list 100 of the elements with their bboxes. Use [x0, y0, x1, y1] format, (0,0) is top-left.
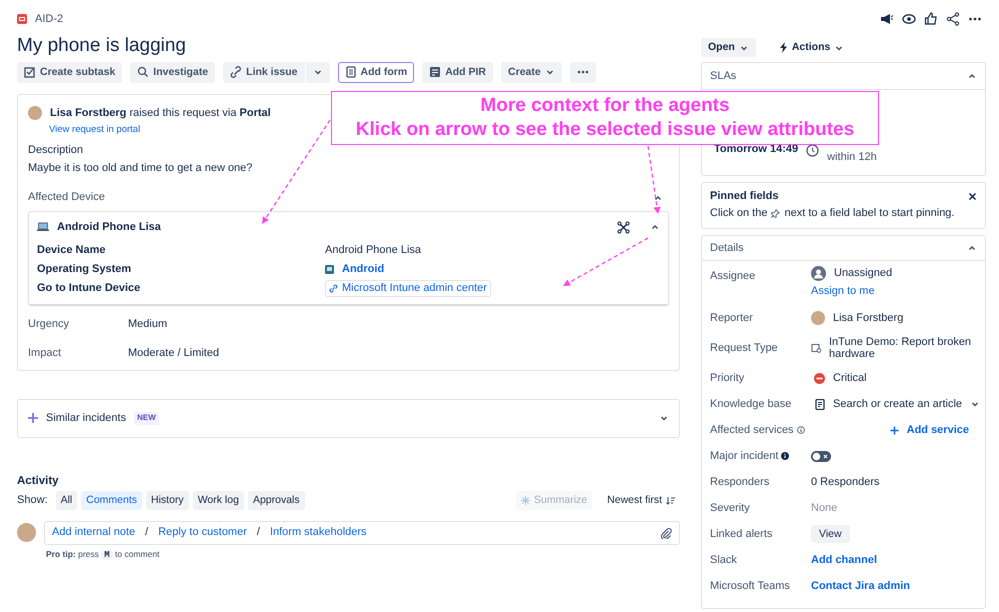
filter-tab[interactable]: History: [146, 491, 189, 510]
megaphone-icon[interactable]: [880, 12, 894, 26]
attribute-value: Android Phone Lisa: [325, 242, 422, 258]
field-label: Assignee: [710, 269, 756, 284]
toolbar-button[interactable]: Link issue: [223, 62, 305, 83]
separator: /: [145, 525, 148, 540]
field-label: Knowledge base: [710, 396, 792, 412]
field-value: Moderate / Limited: [128, 346, 220, 361]
field-value: Critical: [833, 370, 867, 386]
lightning-icon: [778, 42, 788, 53]
description-label: Description: [28, 142, 84, 158]
device-name: Android Phone Lisa: [57, 220, 162, 235]
field-value: None: [811, 500, 838, 516]
document-icon: [429, 66, 442, 78]
thumbs-up-icon[interactable]: [924, 12, 938, 26]
request-source-text: Lisa Forstberg raised this request via Portal: [50, 106, 271, 121]
toolbar-button[interactable]: Investigate: [130, 62, 216, 83]
filter-tab[interactable]: Comments: [81, 491, 142, 510]
chevron-up-icon[interactable]: [967, 243, 977, 253]
field-label: Request Type: [710, 340, 778, 356]
field-label: Reporter: [710, 310, 753, 326]
field-label: Affected Device: [28, 190, 105, 206]
sla-time: Tomorrow 14:49: [714, 142, 798, 157]
annotation-arrow: [647, 146, 660, 214]
field-label: Major incident: [710, 448, 778, 464]
sla-goal: within 12h: [827, 150, 877, 165]
filter-tab[interactable]: Work log: [192, 491, 244, 510]
field-link[interactable]: Add channel: [811, 552, 878, 568]
issue-key[interactable]: AID-2: [35, 12, 64, 27]
field-label: Responders: [710, 474, 770, 490]
assign-link[interactable]: Assign to me: [811, 284, 875, 299]
sort-button[interactable]: Newest first: [602, 491, 680, 510]
hint-text: Click on the: [710, 206, 768, 221]
toggle-switch[interactable]: [811, 450, 831, 462]
share-icon[interactable]: [946, 12, 960, 26]
admin-center-link[interactable]: Microsoft Intune admin center: [325, 280, 491, 297]
field-value: 0 Responders: [811, 474, 880, 490]
info-icon: [796, 426, 805, 434]
more-button[interactable]: [570, 62, 596, 83]
android-icon: [325, 264, 334, 274]
panel-title: Pinned fields: [710, 189, 778, 204]
panel-title: SLAs: [710, 68, 736, 84]
avatar: [28, 106, 42, 120]
critical-priority-icon: [814, 372, 825, 384]
section-title: Similar incidents: [46, 410, 126, 426]
filter-tab[interactable]: Approvals: [248, 491, 305, 510]
paperclip-icon[interactable]: [660, 526, 672, 539]
search-icon: [137, 66, 150, 78]
os-link[interactable]: Android: [342, 262, 384, 277]
panel-title: Details: [710, 240, 744, 256]
hint-text: next to a field label to start pinning.: [784, 206, 954, 221]
toolbar-button[interactable]: Create subtask: [17, 62, 122, 83]
person-icon: [811, 266, 826, 281]
new-tag: NEW: [134, 412, 159, 425]
add-service-link[interactable]: Add service: [890, 422, 969, 438]
annotation-callout: More context for the agents Klick on arrow to see the selected issue view attributes: [331, 91, 879, 145]
checkbox-icon: [24, 66, 36, 78]
attribute-label: Operating System: [37, 262, 132, 277]
knowledge-base-select[interactable]: Search or create an article: [811, 396, 982, 412]
avatar: [811, 311, 825, 325]
comment-action-link[interactable]: Reply to customer: [158, 525, 247, 540]
attribute-label: Device Name: [37, 242, 106, 258]
field-label: Urgency: [28, 316, 70, 332]
view-button[interactable]: View: [811, 524, 850, 544]
toolbar-button[interactable]: Create: [501, 62, 562, 83]
field-label: Linked alerts: [710, 526, 772, 542]
field-label: Affected services: [710, 422, 794, 438]
toolbar-button[interactable]: Add form: [338, 62, 414, 83]
field-value: Unassigned: [834, 266, 892, 281]
info-icon: [781, 452, 790, 460]
field-value: Lisa Forstberg: [833, 310, 904, 326]
close-icon[interactable]: [968, 192, 977, 201]
comment-action-link[interactable]: Add internal note: [52, 525, 136, 540]
toolbar-button[interactable]: Add PIR: [422, 62, 494, 83]
field-label: Priority: [710, 370, 744, 386]
eye-icon[interactable]: [902, 12, 916, 26]
link-icon: [230, 66, 242, 78]
issue-title: My phone is lagging: [17, 34, 187, 57]
field-value: InTune Demo: Report broken hardware: [829, 336, 972, 360]
field-label: Severity: [710, 500, 750, 516]
attribute-label: Go to Intune Device: [37, 280, 142, 296]
sort-icon: [666, 496, 675, 505]
separator: /: [256, 525, 260, 540]
article-icon: [815, 398, 825, 410]
status-button[interactable]: Open: [701, 38, 756, 57]
actions-button[interactable]: Actions: [772, 38, 852, 57]
pin-icon: [771, 208, 780, 218]
description-text: Maybe it is too old and time to get a new one?: [28, 161, 254, 176]
comment-box[interactable]: Add internal note / Reply to customer / Inform stakeholders: [44, 520, 680, 545]
avatar: [17, 523, 36, 542]
filter-tab[interactable]: All: [56, 491, 78, 510]
form-icon: [344, 66, 357, 78]
network-icon[interactable]: [617, 220, 630, 234]
portal-link[interactable]: View request in portal: [49, 124, 140, 136]
laptop-icon: [37, 222, 49, 232]
comment-action-link[interactable]: Inform stakeholders: [270, 525, 367, 540]
chevron-up-icon[interactable]: [967, 71, 977, 81]
field-label: Slack: [710, 552, 737, 568]
field-link[interactable]: Contact Jira admin: [811, 578, 910, 594]
link-icon: [329, 284, 338, 293]
